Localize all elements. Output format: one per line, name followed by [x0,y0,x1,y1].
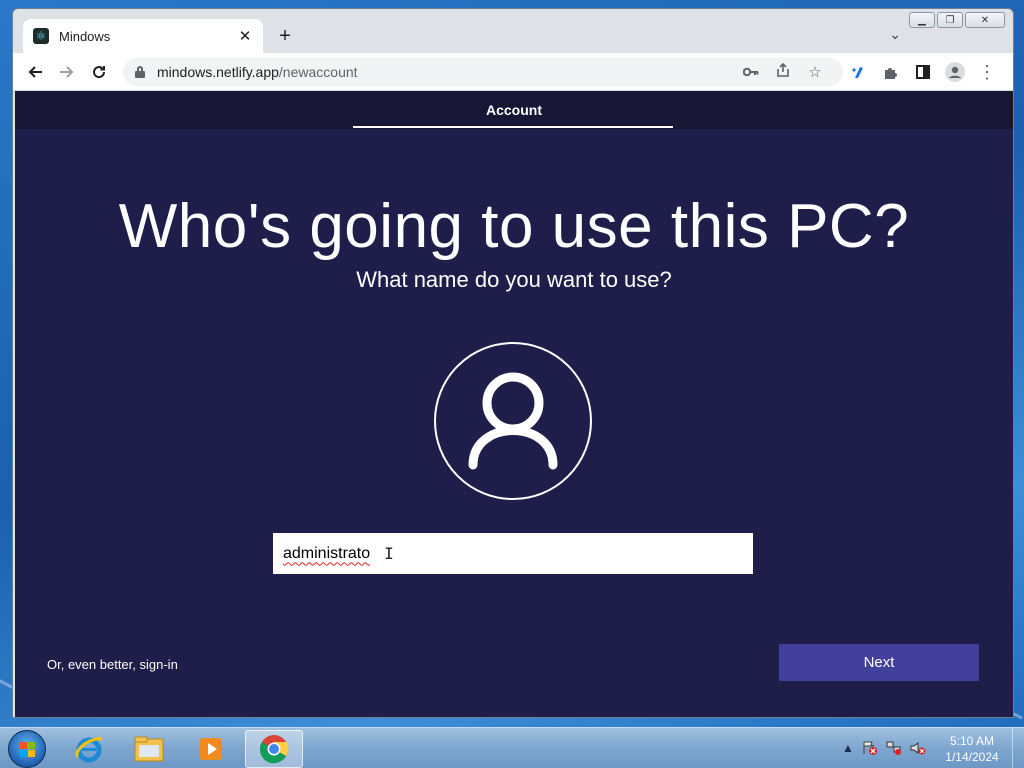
profile-avatar-icon[interactable] [943,60,967,84]
tab-title: Mindows [59,28,111,44]
progress-header: Account [15,91,1013,129]
extension-pen-icon[interactable] [847,60,871,84]
clock[interactable]: 5:10 AM 1/14/2024 [942,733,1002,765]
username-value: administrato [283,544,371,562]
show-hidden-icons-icon[interactable]: ▲ [840,741,856,755]
sign-in-link[interactable]: Or, even better, sign-in [47,657,178,672]
step-underline [353,126,673,128]
reload-button[interactable] [87,60,111,84]
tab-search-chevron-icon[interactable]: ⌄ [889,26,901,43]
page-title: Who's going to use this PC? [118,192,910,261]
user-avatar-icon [434,342,592,500]
volume-muted-icon[interactable] [910,741,926,755]
browser-toolbar: mindows.netlify.app/newaccount ☆ ⋮ [13,53,1013,91]
chrome-icon[interactable] [245,730,303,768]
start-button[interactable] [8,730,46,768]
system-tray: ▲ 5:10 AM 1/14/2024 [834,728,1024,768]
react-logo-icon: ⚛ [33,28,49,44]
side-panel-icon[interactable] [911,60,935,84]
url-text[interactable]: mindows.netlify.app/newaccount [157,64,735,80]
key-icon[interactable] [735,64,767,81]
next-button[interactable]: Next [779,644,979,681]
clock-date: 1/14/2024 [945,750,999,764]
browser-tab[interactable]: ⚛ Mindows ✕ [23,19,263,53]
reload-icon [93,66,106,79]
internet-explorer-icon[interactable] [60,730,118,768]
text-cursor-icon: I [384,544,394,563]
step-label: Account [486,102,542,118]
bookmark-star-icon[interactable]: ☆ [799,63,831,81]
forward-button[interactable] [55,60,79,84]
username-input[interactable]: administrato I [273,533,753,574]
browser-menu-icon[interactable]: ⋮ [975,60,999,84]
back-button[interactable] [23,60,47,84]
network-icon[interactable] [886,741,902,755]
lock-icon[interactable] [135,66,145,78]
tab-close-icon[interactable]: ✕ [237,27,253,45]
show-desktop-button[interactable] [1012,728,1024,768]
browser-window: ▁ ❐ ✕ ⚛ Mindows ✕ + ⌄ mindows.netlify.ap… [12,8,1014,718]
url-host: mindows.netlify.app [157,64,279,80]
windows-logo-icon [20,742,36,758]
new-tab-button[interactable]: + [275,25,295,48]
address-bar[interactable]: mindows.netlify.app/newaccount ☆ [123,58,843,86]
clock-time: 5:10 AM [949,734,995,748]
page-subtitle: What name do you want to use? [356,267,672,292]
file-explorer-icon[interactable] [120,730,178,768]
back-arrow-icon [28,66,42,78]
url-path: /newaccount [278,64,358,80]
media-player-icon[interactable] [182,730,240,768]
action-center-flag-icon[interactable] [862,741,878,755]
share-icon[interactable] [767,62,799,82]
forward-arrow-icon [60,66,74,78]
setup-page: Account Who's going to use this PC? What… [15,91,1013,717]
tab-strip: ⚛ Mindows ✕ + ⌄ [13,9,1013,53]
taskbar: ▲ 5:10 AM 1/14/2024 [0,727,1024,768]
extensions-puzzle-icon[interactable] [879,60,903,84]
